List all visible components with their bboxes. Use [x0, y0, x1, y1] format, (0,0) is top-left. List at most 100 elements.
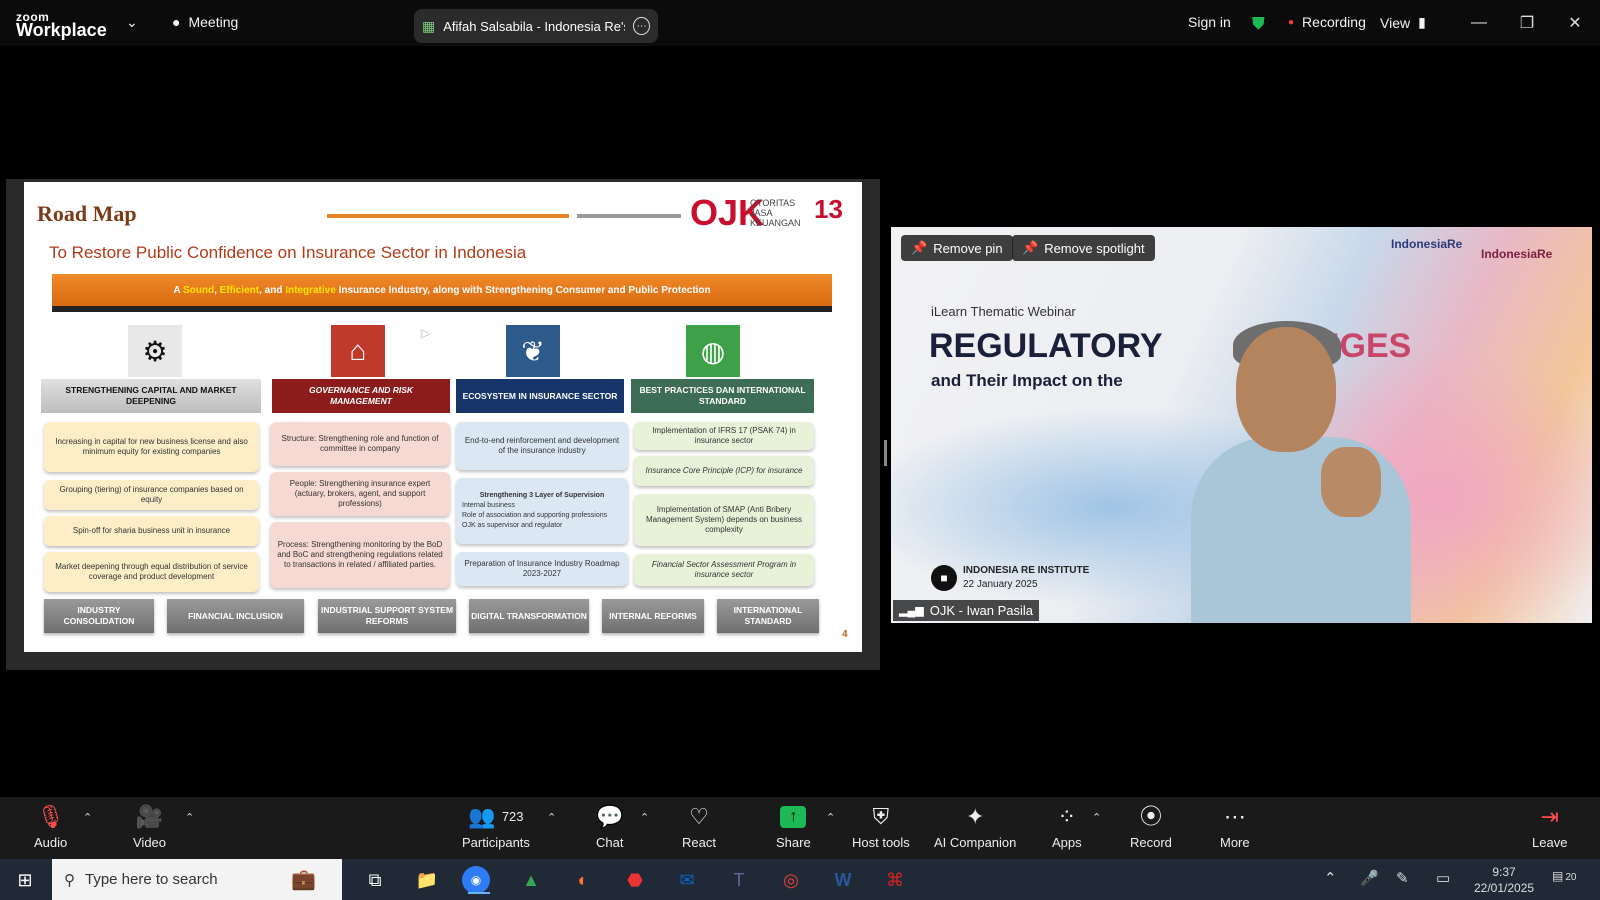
title-accent-bar — [327, 214, 569, 218]
zoom-app-icon[interactable]: ◉ — [462, 866, 490, 894]
title-accent-bar-gray — [577, 214, 681, 218]
plant-icon: ❦ — [506, 325, 560, 377]
video-options-caret-icon[interactable]: ⌃ — [185, 811, 194, 824]
windows-start-icon[interactable]: ⊞ — [8, 864, 42, 896]
speaker-face — [1236, 327, 1336, 452]
footer-financial-inclusion: FINANCIAL INCLUSION — [167, 599, 304, 633]
banner-text: Insurance Industry, along with Strengthe… — [335, 284, 711, 296]
meeting-menu[interactable]: ● Meeting — [172, 14, 238, 30]
app-menu-chevron-icon[interactable]: ⌄ — [126, 14, 138, 31]
banner-efficient: Efficient — [219, 284, 260, 296]
teams-icon[interactable]: T — [722, 864, 756, 896]
chrome-icon[interactable]: ◎ — [774, 864, 808, 896]
pin-icon: 📌 — [911, 240, 928, 255]
remove-spotlight-button[interactable]: 📌 Remove spotlight — [1012, 235, 1155, 261]
video-button[interactable]: 🎥 Video — [133, 805, 166, 851]
acrobat-icon[interactable]: ⌘ — [878, 864, 912, 896]
taskbar-search[interactable]: ⚲ Type here to search 💼 — [52, 859, 342, 900]
participants-button[interactable]: 👥 723 Participants — [462, 805, 530, 851]
speaker-video[interactable]: IndonesiaRe IndonesiaRe iLearn Thematic … — [891, 227, 1592, 623]
muted-mic-icon: 🎙 — [36, 804, 65, 829]
search-icon: ⚲ — [64, 871, 75, 889]
card-roadmap: Preparation of Insurance Industry Roadma… — [456, 552, 628, 586]
chat-caret-icon[interactable]: ⌃ — [640, 811, 649, 824]
card-market-deepening: Market deepening through equal distribut… — [44, 552, 259, 592]
share-caret-icon[interactable]: ⌃ — [826, 811, 835, 824]
react-label: React — [682, 835, 716, 850]
footer-industry-consolidation: INDUSTRY CONSOLIDATION — [44, 599, 154, 633]
more-button[interactable]: ⋯ More — [1220, 805, 1250, 851]
clock[interactable]: 9:37 22/01/2025 — [1474, 864, 1534, 896]
zoom-window: zoom Workplace ⌄ ● Meeting ▦ Afifah Sals… — [0, 0, 1600, 900]
screen-share-icon: ▦ — [422, 17, 436, 34]
sign-in-button[interactable]: Sign in — [1188, 14, 1231, 30]
record-button[interactable]: ⦿ Record — [1130, 805, 1172, 851]
microphone-tray-icon[interactable]: 🎤 — [1360, 869, 1379, 887]
host-tools-button[interactable]: ⛨ Host tools — [852, 805, 910, 851]
notification-count: 20 — [1565, 872, 1577, 883]
ojk-logo-text: OTORITAS JASA KEUANGAN — [750, 198, 801, 228]
banner-text: A — [173, 284, 183, 296]
globe-icon: ◍ — [686, 325, 740, 377]
participants-count: 723 — [501, 809, 524, 824]
banner-sound: Sound — [182, 284, 215, 296]
recording-indicator[interactable]: ● Recording — [1288, 14, 1366, 30]
heart-icon: ♡ — [689, 804, 709, 829]
google-drive-icon[interactable]: ▲ — [514, 864, 548, 896]
view-menu[interactable]: View ▮ — [1380, 14, 1426, 31]
pen-tray-icon[interactable]: ✎ — [1396, 869, 1409, 887]
ai-companion-button[interactable]: ✦ AI Companion — [934, 805, 1016, 851]
show-hidden-icons-chevron-icon[interactable]: ⌃ — [1324, 869, 1337, 887]
clock-time: 9:37 — [1492, 865, 1516, 879]
audio-options-caret-icon[interactable]: ⌃ — [83, 811, 92, 824]
close-button[interactable]: ✕ — [1560, 10, 1590, 36]
spotlight-icon: 📌 — [1022, 240, 1039, 255]
participants-caret-icon[interactable]: ⌃ — [547, 811, 556, 824]
remove-pin-button[interactable]: 📌 Remove pin — [901, 235, 1013, 261]
firefox-icon[interactable]: ◐ — [566, 864, 600, 896]
shared-screen-pill[interactable]: ▦ Afifah Salsabila - Indonesia Re's s ⋯ — [414, 9, 658, 43]
participant-name-tag: ▂▄▆ OJK - Iwan Pasila — [893, 600, 1040, 621]
outlook-icon[interactable]: ✉ — [670, 864, 704, 896]
vision-banner: A Sound, Efficient, and Integrative Insu… — [52, 274, 832, 312]
display-tray-icon[interactable]: ▭ — [1436, 869, 1450, 887]
app-logo-text: Workplace — [16, 20, 107, 40]
gear-icon: ⚙ — [128, 325, 182, 377]
apps-caret-icon[interactable]: ⌃ — [1092, 811, 1101, 824]
leave-button[interactable]: ⇥ Leave — [1532, 805, 1567, 851]
host-tools-label: Host tools — [852, 835, 910, 850]
task-view-icon[interactable]: ⧉ — [358, 864, 392, 896]
footer-internal-reforms: INTERNAL REFORMS — [602, 599, 704, 633]
audio-button[interactable]: 🎙 Audio — [34, 804, 68, 851]
participants-label: Participants — [462, 835, 530, 850]
card-capital: Increasing in capital for new business l… — [44, 422, 259, 472]
supervision-item: OJK as supervisor and regulator — [462, 522, 563, 529]
record-dot-icon: ● — [1288, 16, 1295, 28]
share-button[interactable]: ↑ Share — [776, 805, 811, 850]
notifications-icon[interactable]: ▤ 20 — [1552, 869, 1576, 883]
record-label: Record — [1130, 835, 1172, 850]
anniversary-logo: 13 — [814, 194, 843, 224]
antivirus-icon[interactable]: ⬣ — [618, 864, 652, 896]
minimize-button[interactable]: — — [1464, 10, 1494, 36]
word-icon[interactable]: W — [826, 864, 860, 896]
security-shield-icon[interactable]: ⛊ — [1252, 14, 1265, 34]
meeting-toolbar: 🎙 Audio ⌃ 🎥 Video ⌃ 👥 723 Participants ⌃ … — [0, 797, 1600, 859]
pillar-heading-governance: GOVERNANCE AND RISK MANAGEMENT — [272, 379, 450, 413]
webinar-subline: and Their Impact on the — [931, 371, 1123, 390]
card-supervision: Strengthening 3 Layer of Supervision Int… — [456, 478, 628, 544]
more-options-icon[interactable]: ⋯ — [633, 17, 650, 35]
apps-button[interactable]: ⁘ Apps — [1052, 805, 1082, 851]
audio-label: Audio — [34, 835, 68, 850]
chat-button[interactable]: 💬 Chat — [596, 805, 623, 851]
restore-button[interactable]: ❐ — [1512, 10, 1542, 36]
windows-taskbar: ⊞ ⚲ Type here to search 💼 ⧉ 📁 ◉ ▲ ◐ ⬣ ✉ … — [0, 859, 1600, 900]
supervision-title: Strengthening 3 Layer of Supervision — [479, 492, 605, 499]
file-explorer-icon[interactable]: 📁 — [410, 864, 444, 896]
panel-resize-handle[interactable] — [884, 440, 887, 466]
react-button[interactable]: ♡ React — [682, 804, 716, 851]
supervision-item: Internal business — [462, 502, 515, 509]
footer-industrial-support: INDUSTRIAL SUPPORT SYSTEM REFORMS — [318, 599, 456, 633]
slide-subtitle: To Restore Public Confidence on Insuranc… — [49, 243, 527, 262]
more-label: More — [1220, 835, 1250, 850]
